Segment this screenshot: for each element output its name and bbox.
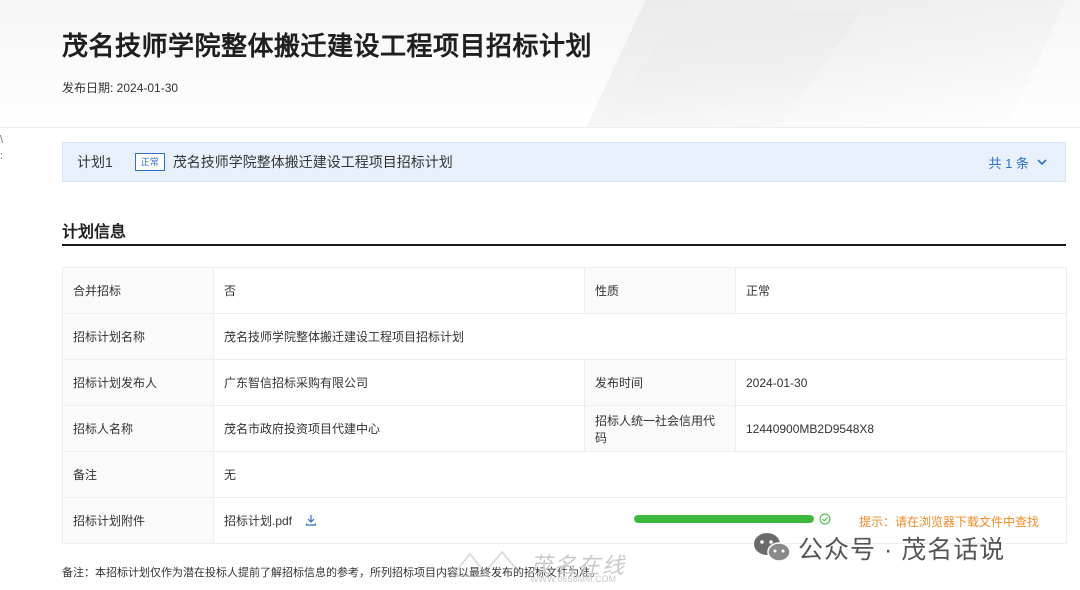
section-divider (62, 244, 1066, 246)
field-value: 否 (213, 267, 585, 314)
field-label: 发布时间 (584, 359, 736, 406)
field-value: 茂名技师学院整体搬迁建设工程项目招标计划 (213, 313, 1067, 360)
check-circle-icon (819, 513, 831, 525)
plan-count[interactable]: 共 1 条 (989, 153, 1029, 172)
publish-date: 发布日期: 2024-01-30 (62, 81, 179, 95)
plan-info-table: 合并招标 否 性质 正常 招标计划名称 茂名技师学院整体搬迁建设工程项目招标计划… (62, 267, 1067, 544)
download-icon[interactable] (305, 514, 317, 526)
wechat-icon (754, 533, 791, 562)
download-hint: 提示：请在浏览器下载文件中查找 (859, 515, 1040, 529)
field-label: 招标计划附件 (62, 497, 214, 544)
table-row: 合并招标 否 性质 正常 (62, 267, 1067, 314)
field-label: 招标计划名称 (62, 313, 214, 360)
field-value: 12440900MB2D9548X8 (735, 405, 1067, 452)
status-badge: 正常 (134, 153, 165, 171)
field-value: 无 (213, 451, 1067, 498)
site-url-watermark: WWW.0668MM.COM (530, 574, 617, 584)
field-label: 性质 (584, 267, 736, 314)
download-progress-bar (634, 515, 814, 523)
section-title: 计划信息 (62, 224, 127, 241)
table-row: 备注 无 (62, 451, 1067, 498)
side-mark: : (0, 150, 4, 162)
wechat-watermark: 公众号 · 茂名话说 (752, 530, 1005, 566)
chevron-down-icon[interactable] (1035, 155, 1049, 169)
table-row: 招标计划名称 茂名技师学院整体搬迁建设工程项目招标计划 (62, 313, 1067, 360)
table-row: 招标计划发布人 广东智信招标采购有限公司 发布时间 2024-01-30 (62, 359, 1067, 406)
field-value: 2024-01-30 (735, 359, 1067, 406)
field-value: 正常 (735, 267, 1067, 314)
plan-selector-bar[interactable]: 计划1 正常 茂名技师学院整体搬迁建设工程项目招标计划 共 1 条 (62, 142, 1066, 182)
side-edge-marks: \ : (0, 132, 3, 164)
plan-name: 茂名技师学院整体搬迁建设工程项目招标计划 (172, 154, 453, 170)
side-mark: \ (0, 134, 4, 146)
plan-index: 计划1 (77, 154, 113, 170)
page-header: 茂名技师学院整体搬迁建设工程项目招标计划 发布日期: 2024-01-30 (0, 0, 1080, 128)
field-label: 备注 (62, 451, 214, 498)
download-progress-fill (634, 515, 814, 523)
field-value: 广东智信招标采购有限公司 (213, 359, 585, 406)
field-label: 招标人统一社会信用代码 (584, 405, 736, 452)
field-label: 招标计划发布人 (62, 359, 214, 406)
table-row: 招标人名称 茂名市政府投资项目代建中心 招标人统一社会信用代码 12440900… (62, 405, 1067, 452)
wechat-account-text: 公众号 · 茂名话说 (798, 536, 1006, 564)
field-value: 茂名市政府投资项目代建中心 (213, 405, 585, 452)
attachment-link[interactable]: 招标计划.pdf (224, 514, 292, 528)
field-label: 招标人名称 (62, 405, 214, 452)
page-title: 茂名技师学院整体搬迁建设工程项目招标计划 (62, 31, 593, 61)
field-label: 合并招标 (62, 267, 214, 314)
